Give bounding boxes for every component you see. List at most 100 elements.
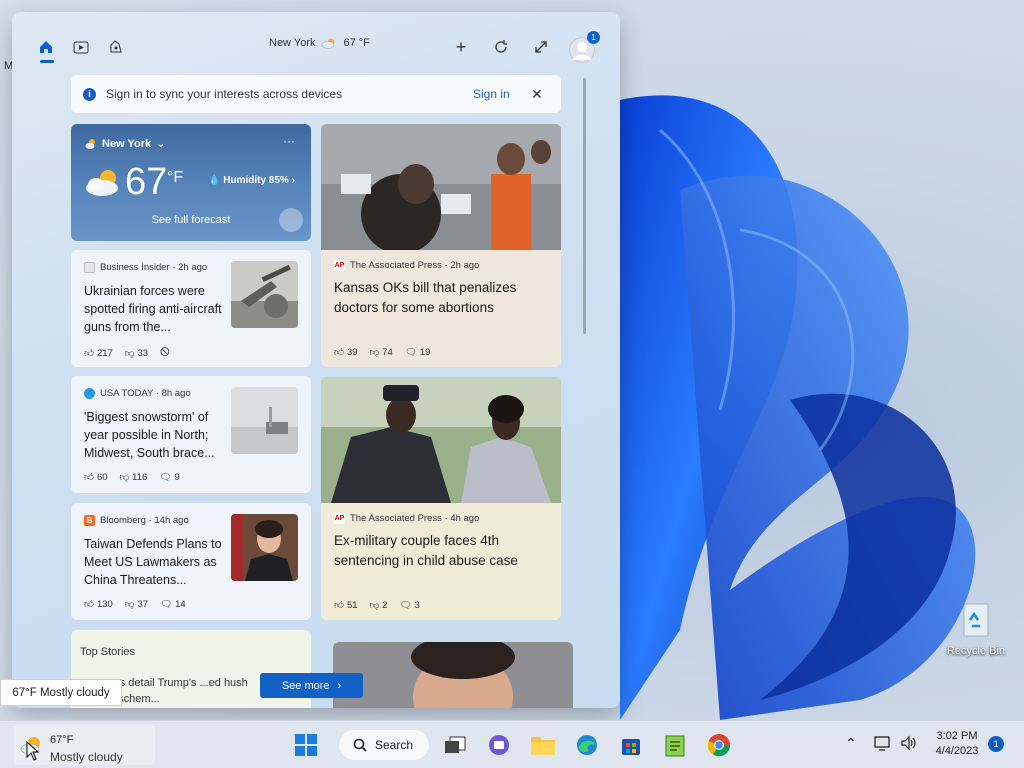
search-label: Search [375, 738, 414, 752]
news-card[interactable]: USA TODAY · 8h ago 'Biggest snowstorm' o… [71, 376, 311, 493]
edge-browser-button[interactable] [573, 731, 601, 759]
like-button[interactable]: 👍︎ 130 [84, 598, 113, 611]
comment-icon: 🗨︎ [159, 471, 172, 483]
task-view-button[interactable] [441, 731, 469, 759]
more-options-icon[interactable]: ··· [283, 134, 295, 148]
start-button[interactable] [292, 731, 320, 759]
comments-button[interactable]: 🗨︎ 3 [399, 599, 419, 611]
volume-icon[interactable] [900, 735, 918, 754]
widgets-panel: New York 67 °F + 1 i Sign in to sync you… [12, 12, 620, 708]
recycle-bin-shortcut[interactable]: Recycle Bin [942, 600, 1010, 657]
header-location: New York 67 °F [269, 37, 370, 49]
windows-logo-icon [295, 734, 317, 756]
clock-date: 4/4/2023 [935, 745, 979, 757]
close-banner-icon[interactable]: ✕ [531, 86, 543, 103]
teams-chat-button[interactable] [485, 731, 513, 759]
refresh-icon[interactable] [489, 36, 513, 58]
notepad-icon [665, 735, 685, 757]
weather-map-thumb[interactable] [279, 208, 303, 232]
recycle-bin-icon [963, 603, 989, 637]
weather-card[interactable]: New York ⌄ ··· 67 °F 💧 Humidity 85% › Se… [71, 124, 311, 241]
dislike-button[interactable]: 👎︎ 74 [370, 346, 393, 359]
dislike-button[interactable]: 👎︎ 2 [369, 599, 388, 612]
thumbs-up-icon: 👍︎ [84, 599, 94, 610]
news-reactions: 👍︎ 51 👎︎ 2 🗨︎ 3 [334, 599, 420, 612]
news-source: B Bloomberg · 14h ago [84, 515, 189, 526]
comment-icon: 🗨︎ [399, 599, 412, 611]
like-button[interactable]: 👍︎ 51 [334, 599, 358, 612]
network-icon[interactable] [874, 735, 892, 754]
header-location-name: New York [269, 37, 316, 49]
news-headline[interactable]: Ex-military couple faces 4th sentencing … [334, 531, 544, 571]
news-card[interactable]: AP The Associated Press · 2h ago Kansas … [321, 124, 561, 367]
expand-icon[interactable] [529, 36, 553, 58]
dislike-count: 116 [132, 471, 148, 483]
comment-count: 14 [175, 598, 186, 610]
taskbar-clock[interactable]: 3:02 PM 4/4/2023 [928, 729, 986, 759]
file-explorer-button[interactable] [529, 731, 557, 759]
folder-icon [531, 737, 555, 755]
like-count: 39 [346, 346, 358, 358]
weather-unit: °F [167, 169, 184, 186]
news-headline[interactable]: Ukrainian forces were spotted firing ant… [84, 282, 224, 336]
notification-badge[interactable]: 1 [988, 736, 1004, 752]
dislike-button[interactable]: 👎︎ 33 [125, 345, 148, 361]
taskbar-search[interactable]: Search [339, 730, 429, 760]
news-headline[interactable]: Kansas OKs bill that penalizes doctors f… [334, 278, 544, 318]
dislike-count: 37 [137, 598, 149, 610]
news-card[interactable]: B Bloomberg · 14h ago Taiwan Defends Pla… [71, 503, 311, 620]
thumbs-down-icon: 👎︎ [119, 472, 130, 483]
news-card[interactable]: AP The Associated Press · 4h ago Ex-mili… [321, 377, 561, 620]
edge-icon [577, 735, 597, 755]
like-count: 217 [96, 347, 113, 359]
thumbs-up-icon: 👍︎ [84, 472, 94, 483]
see-more-button[interactable]: See more › [260, 673, 363, 698]
like-button[interactable]: 👍︎ 60 [84, 471, 108, 484]
news-headline[interactable]: Taiwan Defends Plans to Meet US Lawmaker… [84, 535, 224, 589]
info-icon: i [83, 87, 96, 101]
store-button[interactable] [617, 731, 645, 759]
news-headline[interactable]: 'Biggest snowstorm' of year possible in … [84, 408, 224, 462]
notepad-app-button[interactable] [661, 731, 689, 759]
news-source: Business Insider · 2h ago [84, 262, 207, 273]
weather-temp: 67 [125, 161, 168, 203]
comment-count: 9 [174, 471, 180, 483]
bloomberg-logo-icon: B [84, 515, 95, 526]
dislike-button[interactable]: 👎︎ 116 [119, 471, 148, 484]
taskbar-weather-button[interactable]: 67°F Mostly cloudy [14, 725, 155, 765]
comment-icon: 🗨︎ [160, 598, 173, 610]
news-image-partial[interactable] [333, 642, 573, 708]
show-hidden-icons-chevron-up-icon[interactable]: ⌃ [845, 735, 857, 752]
full-forecast-link[interactable]: See full forecast [71, 214, 311, 226]
gaming-icon[interactable] [104, 36, 128, 58]
like-count: 51 [346, 599, 358, 611]
scrollbar[interactable] [583, 78, 586, 334]
news-image [321, 124, 561, 250]
comments-button[interactable]: 🗨︎ 14 [160, 598, 186, 610]
profile-avatar[interactable]: 1 [569, 31, 600, 63]
chrome-browser-button[interactable] [705, 731, 733, 759]
home-icon[interactable] [34, 36, 58, 58]
weather-city[interactable]: New York ⌄ [85, 137, 165, 150]
comments-button[interactable]: 🗨︎ 9 [159, 471, 179, 483]
signin-link[interactable]: Sign in [473, 87, 510, 101]
header-temp: 67 °F [343, 37, 370, 49]
like-button[interactable]: 👍︎ 39 [334, 346, 358, 359]
partly-cloudy-large-icon [86, 170, 118, 196]
ap-logo-icon: AP [334, 513, 345, 524]
news-source-text: The Associated Press · 4h ago [350, 513, 480, 524]
taskbar-weather-temp: 67°F [50, 734, 74, 746]
news-thumbnail [231, 514, 298, 581]
news-card[interactable]: Business Insider · 2h ago Ukrainian forc… [71, 250, 311, 367]
widgets-header: New York 67 °F + 1 [12, 12, 620, 74]
thumbs-down-icon: 👎︎ [369, 600, 380, 611]
like-button[interactable]: 👍︎ 217 [84, 345, 113, 361]
dislike-count: 2 [382, 599, 388, 611]
video-icon[interactable] [69, 36, 93, 58]
comments-button[interactable]: 🗨︎ 19 [405, 346, 431, 358]
chevron-right-icon: › [337, 679, 342, 692]
chat-icon [489, 735, 509, 755]
comment-icon: 🗨︎ [404, 346, 417, 358]
add-widget-icon[interactable]: + [449, 36, 473, 58]
dislike-button[interactable]: 👎︎ 37 [125, 598, 149, 611]
